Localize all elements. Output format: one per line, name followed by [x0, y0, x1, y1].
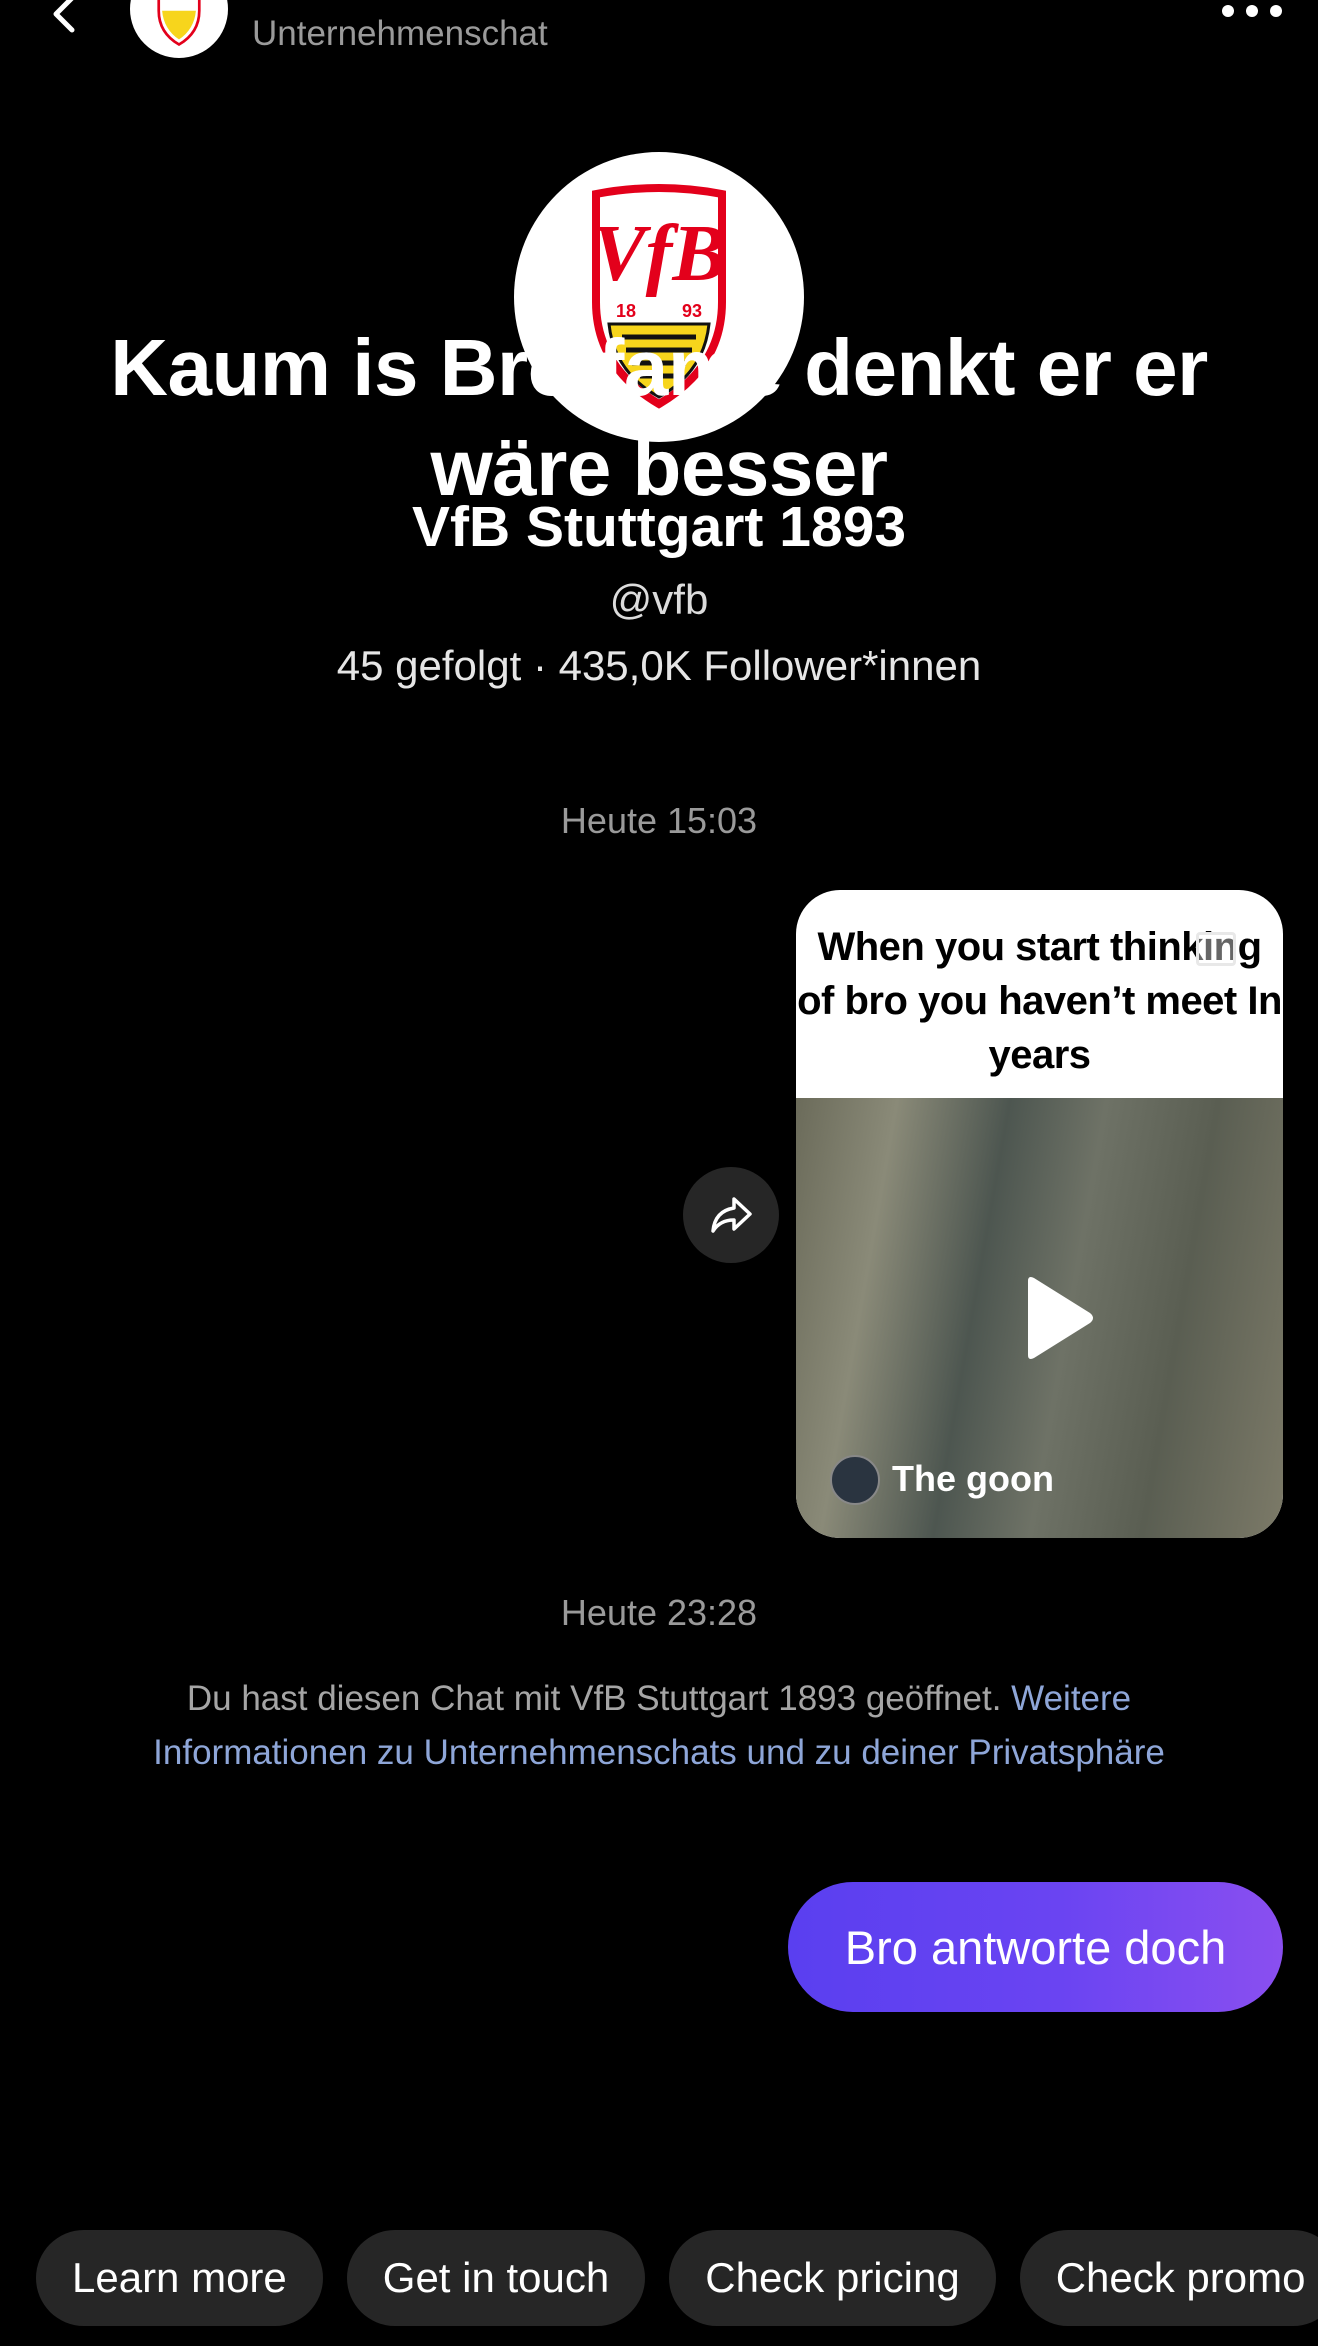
more-dot-icon	[1222, 5, 1234, 17]
profile-name: VfB Stuttgart 1893	[411, 495, 907, 559]
timestamp: Heute 23:28	[560, 1592, 758, 1633]
video-author-name[interactable]: The goon	[892, 1458, 1054, 1500]
info-text: Du hast diesen Chat mit VfB Stuttgart 18…	[186, 1679, 1002, 1718]
play-icon[interactable]	[1008, 1273, 1098, 1363]
quick-reply-learn-more[interactable]: Learn more	[36, 2230, 323, 2326]
sent-message-bubble[interactable]: Bro antworte doch	[788, 1882, 1283, 2012]
share-button[interactable]	[683, 1167, 779, 1263]
timestamp: Heute 15:03	[560, 800, 758, 841]
quick-replies-bar: Learn more Get in touch Check pricing Ch…	[36, 2230, 1318, 2326]
chat-info-notice: Du hast diesen Chat mit VfB Stuttgart 18…	[130, 1672, 1188, 1780]
header-avatar[interactable]	[130, 0, 228, 58]
video-thumbnail: The goon	[796, 1098, 1283, 1538]
quick-reply-check-promo[interactable]: Check promo	[1019, 2230, 1318, 2326]
video-author-avatar[interactable]	[830, 1455, 880, 1505]
share-arrow-icon	[711, 1197, 752, 1233]
more-dot-icon	[1246, 5, 1258, 17]
header-subtitle: Unternehmenschat	[252, 14, 548, 53]
back-button[interactable]	[40, 0, 90, 42]
chevron-left-icon	[53, 0, 75, 33]
vfb-logo-small	[157, 0, 201, 47]
overlay-caption: Kaum is Bro fame denkt er er wäre besser	[110, 323, 1208, 512]
quick-reply-check-pricing[interactable]: Check pricing	[669, 2230, 996, 2326]
shared-video-message[interactable]: When you start thinking of bro you haven…	[796, 890, 1283, 1538]
profile-stats: 45 gefolgt · 435,0K Follower*innen	[336, 642, 982, 689]
more-dot-icon	[1270, 5, 1282, 17]
more-options-button[interactable]	[1222, 0, 1282, 22]
logo-text: VfB	[592, 210, 725, 298]
quick-reply-get-in-touch[interactable]: Get in touch	[346, 2230, 646, 2326]
reels-icon	[1196, 932, 1236, 966]
sent-message-text: Bro antworte doch	[844, 1920, 1227, 1974]
profile-handle: @vfb	[609, 576, 709, 623]
